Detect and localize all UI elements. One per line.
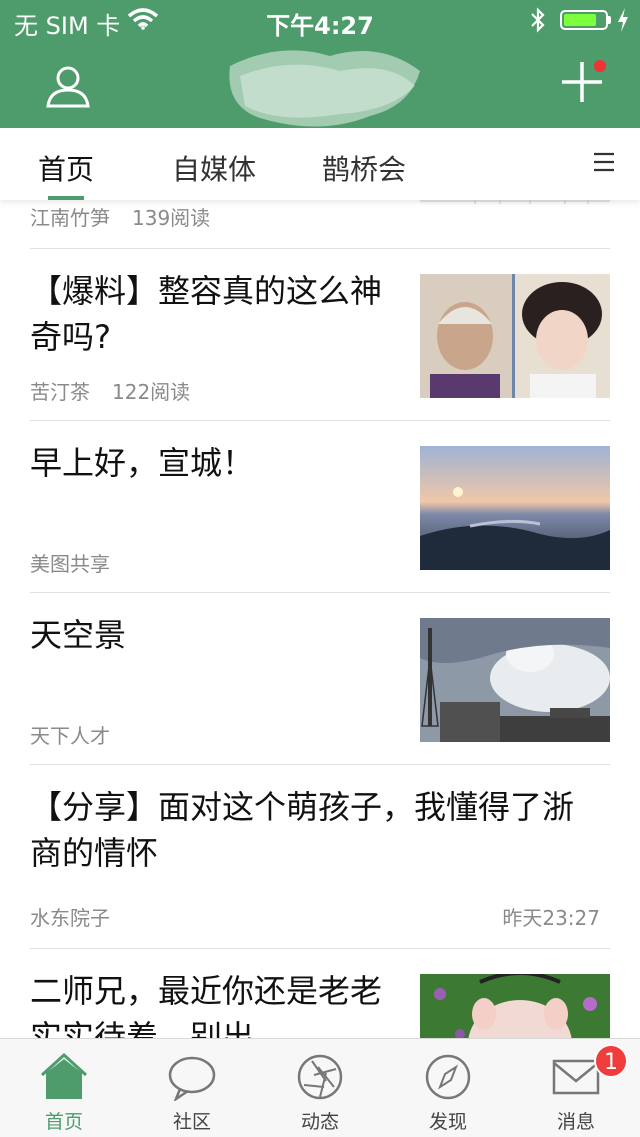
item-meta: 江南竹笋 139阅读 — [30, 202, 210, 231]
item-author: 美图共享 — [30, 552, 110, 576]
item-meta: 苦汀茶 122阅读 — [30, 376, 190, 405]
app-logo — [229, 50, 420, 127]
chat-bubble-icon — [168, 1056, 216, 1101]
tabbar-label: 社区 — [172, 1111, 211, 1133]
battery-level — [564, 14, 596, 26]
item-title: 【爆料】整容真的这么神奇吗? — [30, 272, 383, 356]
item-reads: 122阅读 — [112, 380, 191, 404]
feed-item[interactable]: 【分享】面对这个萌孩子，我懂得了浙商的情怀 水东院子 昨天23:27 — [30, 764, 610, 949]
item-title: 天空景 — [30, 616, 127, 654]
item-thumbnail — [420, 974, 610, 1038]
item-meta: 天下人才 — [30, 720, 110, 749]
charging-icon — [618, 8, 628, 32]
feed-item[interactable]: 江南竹笋 139阅读 — [30, 200, 610, 249]
active-tab-indicator — [48, 196, 84, 200]
top-tabs: 首页 自媒体 鹊桥会 — [0, 128, 640, 200]
item-thumbnail — [420, 446, 610, 570]
feed-item[interactable]: 二师兄，最近你还是老老实实待着，别出 — [30, 948, 610, 1038]
tabbar-community[interactable]: 社区 — [128, 1039, 256, 1137]
tab-we-media[interactable]: 自媒体 — [172, 148, 256, 188]
tabbar-dynamics[interactable]: 动态 — [256, 1039, 384, 1137]
user-icon[interactable] — [44, 62, 92, 110]
news-feed: 江南竹笋 139阅读 【爆料】整容真的这么神奇吗? 苦汀茶 122阅读 早上好，… — [0, 200, 640, 1038]
tabbar-label: 发现 — [428, 1111, 467, 1133]
tabbar-home[interactable]: 首页 — [0, 1039, 128, 1137]
bottom-tab-bar: 首页 社区 动态 发现 消息 — [0, 1038, 640, 1137]
item-meta: 美图共享 — [30, 548, 110, 577]
menu-icon[interactable] — [592, 150, 616, 174]
battery-icon — [560, 10, 608, 30]
item-title: 二师兄，最近你还是老老实实待着，别出 — [30, 972, 383, 1038]
item-reads: 139阅读 — [132, 206, 211, 230]
notification-dot — [594, 60, 606, 72]
tabbar-label: 首页 — [44, 1111, 83, 1133]
bluetooth-icon — [531, 7, 545, 33]
item-time: 昨天23:27 — [502, 906, 600, 930]
feed-item[interactable]: 天空景 天下人才 — [30, 592, 610, 765]
app-header: 无 SIM 卡 下午4:27 — [0, 0, 640, 128]
tab-matchmaking[interactable]: 鹊桥会 — [322, 148, 406, 188]
tabbar-label: 动态 — [300, 1111, 339, 1133]
battery-tip — [608, 16, 611, 24]
item-author: 苦汀茶 — [30, 380, 90, 404]
item-title: 【分享】面对这个萌孩子，我懂得了浙商的情怀 — [30, 788, 575, 872]
feed-item[interactable]: 早上好，宣城！ 美图共享 — [30, 420, 610, 593]
message-badge: 1 — [594, 1044, 628, 1078]
item-title: 早上好，宣城！ — [30, 444, 255, 482]
item-thumbnail — [420, 618, 610, 742]
tabbar-discover[interactable]: 发现 — [384, 1039, 512, 1137]
compass-icon — [425, 1054, 471, 1100]
status-bar: 无 SIM 卡 下午4:27 — [0, 0, 640, 40]
envelope-icon — [552, 1059, 600, 1095]
tab-home[interactable]: 首页 — [38, 148, 94, 188]
item-author: 江南竹笋 — [30, 206, 110, 230]
item-author: 天下人才 — [30, 724, 110, 748]
aperture-icon — [297, 1054, 343, 1100]
feed-item[interactable]: 【爆料】整容真的这么神奇吗? 苦汀茶 122阅读 — [30, 248, 610, 421]
item-thumbnail — [420, 274, 610, 398]
home-icon — [40, 1053, 88, 1099]
item-meta: 水东院子 — [30, 902, 110, 931]
tabbar-label: 消息 — [556, 1111, 595, 1133]
item-thumbnail — [420, 200, 610, 204]
item-author: 水东院子 — [30, 906, 110, 930]
